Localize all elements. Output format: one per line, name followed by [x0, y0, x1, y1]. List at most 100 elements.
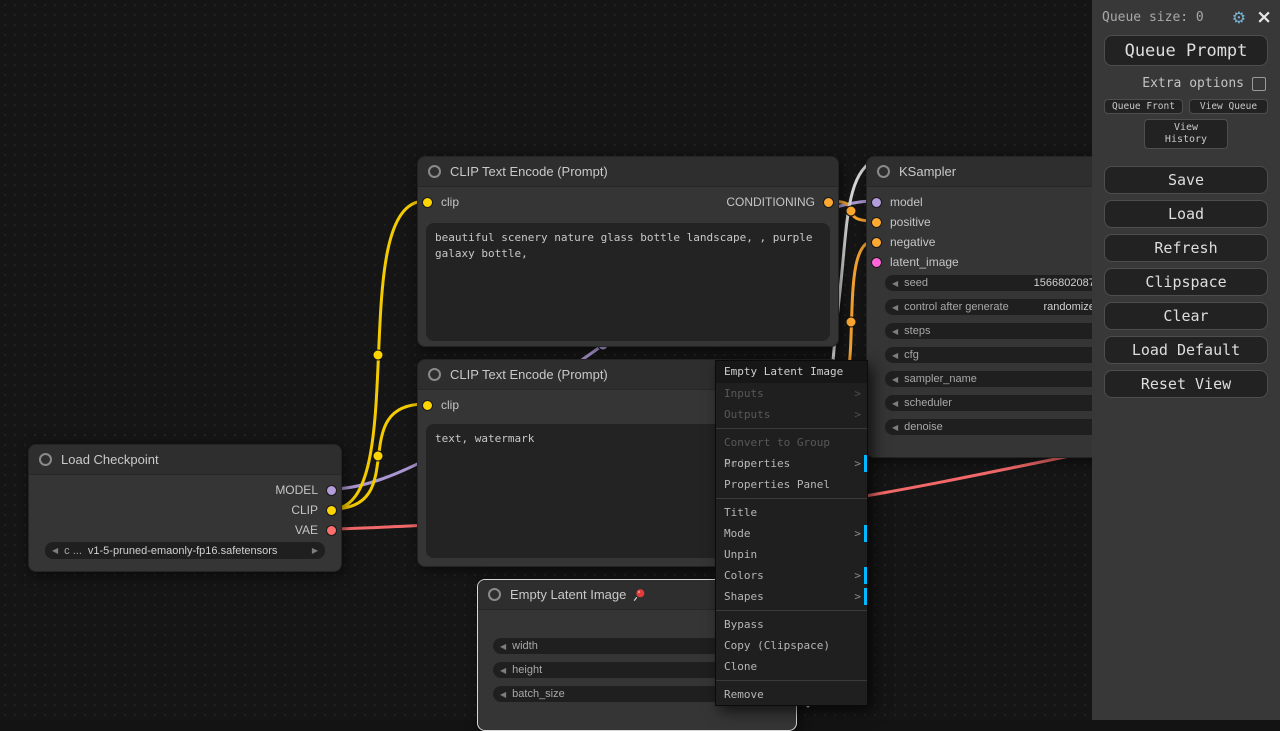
input-negative[interactable]: negative — [871, 234, 935, 250]
port-label: model — [890, 195, 923, 209]
save-button[interactable]: Save — [1104, 166, 1268, 194]
widget-label: c ... — [64, 545, 82, 557]
arrow-left-icon[interactable]: ◀ — [892, 303, 898, 312]
arrow-left-icon[interactable]: ◀ — [892, 351, 898, 360]
submenu-arrow-icon: > — [854, 523, 861, 544]
menu-separator — [716, 680, 867, 681]
output-vae[interactable]: VAE — [295, 522, 337, 538]
input-clip[interactable]: clip — [422, 397, 459, 413]
latent-port-icon[interactable] — [871, 257, 882, 268]
load-default-button[interactable]: Load Default — [1104, 336, 1268, 364]
arrow-left-icon[interactable]: ◀ — [892, 423, 898, 432]
output-model[interactable]: MODEL — [275, 482, 337, 498]
queue-prompt-button[interactable]: Queue Prompt — [1104, 35, 1268, 66]
clip-port-icon[interactable] — [326, 505, 337, 516]
menu-item-properties-panel[interactable]: Properties Panel — [716, 474, 867, 495]
arrow-left-icon[interactable]: ◀ — [892, 399, 898, 408]
node-title-bar[interactable]: Load Checkpoint — [29, 445, 341, 475]
clip-port-icon[interactable] — [422, 197, 433, 208]
widget-label: batch_size — [512, 688, 565, 700]
collapse-dot-icon[interactable] — [428, 368, 441, 381]
menu-item-unpin[interactable]: Unpin — [716, 544, 867, 565]
menu-item-properties[interactable]: Properties> — [716, 453, 867, 474]
clipspace-button[interactable]: Clipspace — [1104, 268, 1268, 296]
output-conditioning[interactable]: CONDITIONING — [726, 194, 834, 210]
node-title: Empty Latent Image — [510, 587, 626, 602]
widget-label: cfg — [904, 349, 919, 361]
model-port-icon[interactable] — [871, 197, 882, 208]
clip-port-icon[interactable] — [422, 400, 433, 411]
menu-item-title[interactable]: Title — [716, 502, 867, 523]
arrow-right-icon[interactable]: ▶ — [312, 546, 318, 555]
port-label: MODEL — [275, 483, 318, 497]
widget-control-after-generate[interactable]: ◀ control after generate randomize ▶ — [885, 299, 1113, 315]
node-load-checkpoint[interactable]: Load Checkpoint MODEL CLIP VAE ◀ c ... v… — [28, 444, 342, 572]
queue-front-button[interactable]: Queue Front — [1104, 99, 1183, 114]
context-menu: Empty Latent Image Inputs> Outputs> Conv… — [715, 360, 868, 706]
arrow-left-icon[interactable]: ◀ — [892, 327, 898, 336]
conditioning-port-icon[interactable] — [871, 237, 882, 248]
input-latent-image[interactable]: latent_image — [871, 254, 959, 270]
arrow-left-icon[interactable]: ◀ — [52, 546, 58, 555]
widget-scheduler[interactable]: ◀ scheduler — [885, 395, 1113, 411]
refresh-button[interactable]: Refresh — [1104, 234, 1268, 262]
menu-separator — [716, 428, 867, 429]
menu-item-mode[interactable]: Mode> — [716, 523, 867, 544]
widget-label: seed — [904, 277, 928, 289]
vae-port-icon[interactable] — [326, 525, 337, 536]
port-label: latent_image — [890, 255, 959, 269]
prompt-textarea[interactable]: beautiful scenery nature glass bottle la… — [426, 223, 830, 341]
model-port-icon[interactable] — [326, 485, 337, 496]
menu-item-clone[interactable]: Clone — [716, 656, 867, 677]
widget-label: sampler_name — [904, 373, 977, 385]
menu-item-copy-clipspace[interactable]: Copy (Clipspace) — [716, 635, 867, 656]
menu-item-colors[interactable]: Colors> — [716, 565, 867, 586]
menu-item-remove[interactable]: Remove — [716, 684, 867, 705]
widget-seed[interactable]: ◀ seed 1566802087 ▶ — [885, 275, 1113, 291]
submenu-arrow-icon: > — [854, 453, 861, 474]
reset-view-button[interactable]: Reset View — [1104, 370, 1268, 398]
arrow-left-icon[interactable]: ◀ — [500, 690, 506, 699]
clear-button[interactable]: Clear — [1104, 302, 1268, 330]
node-title: KSampler — [899, 164, 956, 179]
conditioning-port-icon[interactable] — [823, 197, 834, 208]
widget-steps[interactable]: ◀ steps — [885, 323, 1113, 339]
view-history-button[interactable]: View History — [1144, 119, 1228, 149]
extra-options-checkbox[interactable] — [1252, 77, 1266, 91]
menu-item-inputs: Inputs> — [716, 383, 867, 404]
extra-options-label: Extra options — [1142, 76, 1244, 91]
submenu-arrow-icon: > — [854, 565, 861, 586]
widget-label: width — [512, 640, 538, 652]
load-button[interactable]: Load — [1104, 200, 1268, 228]
context-menu-title: Empty Latent Image — [716, 361, 867, 383]
collapse-dot-icon[interactable] — [428, 165, 441, 178]
node-title-bar[interactable]: CLIP Text Encode (Prompt) — [418, 157, 838, 187]
output-clip[interactable]: CLIP — [291, 502, 337, 518]
widget-denoise[interactable]: ◀ denoise — [885, 419, 1113, 435]
widget-sampler-name[interactable]: ◀ sampler_name — [885, 371, 1113, 387]
widget-cfg[interactable]: ◀ cfg — [885, 347, 1113, 363]
input-positive[interactable]: positive — [871, 214, 931, 230]
settings-gear-icon[interactable]: ⚙ — [1232, 8, 1246, 27]
input-clip[interactable]: clip — [422, 194, 459, 210]
arrow-left-icon[interactable]: ◀ — [500, 642, 506, 651]
collapse-dot-icon[interactable] — [877, 165, 890, 178]
menu-item-shapes[interactable]: Shapes> — [716, 586, 867, 607]
arrow-left-icon[interactable]: ◀ — [892, 375, 898, 384]
view-queue-button[interactable]: View Queue — [1189, 99, 1268, 114]
conditioning-port-icon[interactable] — [871, 217, 882, 228]
widget-ckpt-name[interactable]: ◀ c ... v1-5-pruned-emaonly-fp16.safeten… — [45, 542, 325, 559]
close-icon[interactable]: × — [1256, 8, 1272, 27]
port-label: CLIP — [291, 503, 318, 517]
submenu-arrow-icon: > — [854, 383, 861, 404]
widget-label: control after generate — [904, 301, 1009, 313]
menu-item-bypass[interactable]: Bypass — [716, 614, 867, 635]
node-title: Load Checkpoint — [61, 452, 159, 467]
arrow-left-icon[interactable]: ◀ — [500, 666, 506, 675]
menu-item-outputs: Outputs> — [716, 404, 867, 425]
arrow-left-icon[interactable]: ◀ — [892, 279, 898, 288]
collapse-dot-icon[interactable] — [488, 588, 501, 601]
node-clip-text-encode-1[interactable]: CLIP Text Encode (Prompt) clip CONDITION… — [417, 156, 839, 347]
collapse-dot-icon[interactable] — [39, 453, 52, 466]
input-model[interactable]: model — [871, 194, 923, 210]
